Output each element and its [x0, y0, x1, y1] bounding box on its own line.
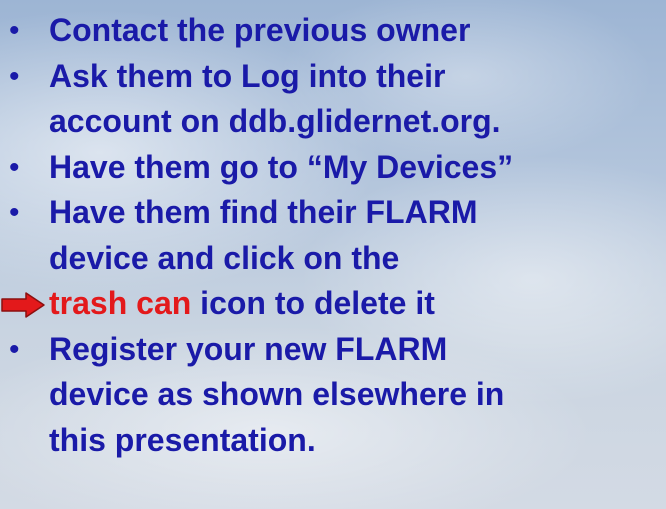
bullet-item: • Have them find their FLARM: [0, 190, 666, 236]
bullet-marker: •: [9, 59, 20, 93]
bullet-text: device and click on the: [49, 239, 400, 276]
bullet-item: • Have them go to “My Devices”: [0, 145, 666, 191]
bullet-text: device as shown elsewhere in: [49, 376, 505, 412]
bullet-item: • Register your new FLARM: [0, 327, 666, 373]
bullet-marker: •: [9, 332, 20, 366]
bullet-marker: •: [9, 196, 20, 229]
bullet-text: Ask them to Log into their: [49, 57, 446, 94]
trash-can-highlight: trash can: [49, 285, 192, 321]
bullet-text: Have them find their FLARM: [49, 194, 478, 230]
bullet-list: • Contact the previous owner • Ask them …: [0, 8, 666, 463]
bullet-continuation: trash can icon to delete it: [0, 281, 666, 327]
bullet-marker: •: [9, 150, 20, 184]
bullet-text: Register your new FLARM: [49, 330, 448, 367]
bullet-text: account on ddb.glidernet.org.: [49, 103, 501, 139]
bullet-continuation: device as shown elsewhere in: [0, 372, 666, 418]
slide: • Contact the previous owner • Ask them …: [0, 0, 666, 509]
bullet-text: icon to delete it: [191, 285, 435, 321]
bullet-continuation: device and click on the: [0, 236, 666, 282]
bullet-continuation: account on ddb.glidernet.org.: [0, 99, 666, 145]
bullet-text: this presentation.: [49, 421, 316, 458]
bullet-item: • Ask them to Log into their: [0, 54, 666, 100]
bullet-text: Have them go to “My Devices”: [49, 148, 514, 185]
right-arrow-icon: [1, 292, 45, 318]
bullet-marker: •: [9, 14, 20, 47]
bullet-text: Contact the previous owner: [49, 12, 471, 48]
bullet-item: • Contact the previous owner: [0, 8, 666, 54]
bullet-continuation: this presentation.: [0, 418, 666, 464]
